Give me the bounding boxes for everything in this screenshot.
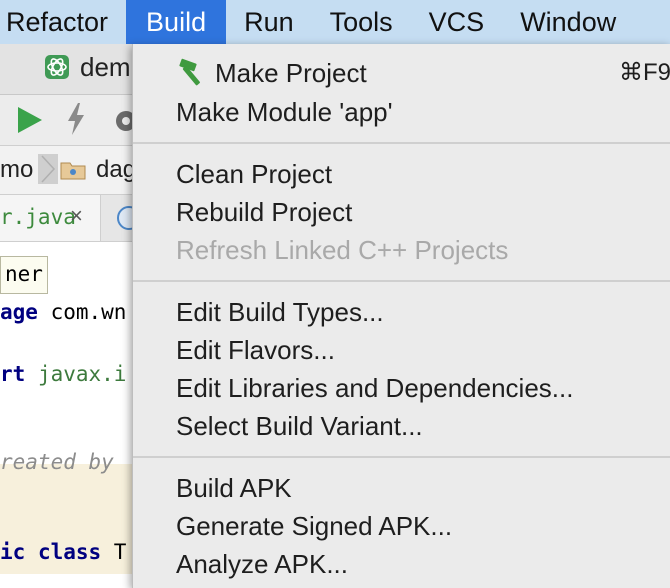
code-editor[interactable]: ner age com.wn rt javax.i reated by ic c… bbox=[0, 242, 140, 588]
breadcrumb-package[interactable]: dag bbox=[96, 156, 136, 184]
menu-item-select-build-variant[interactable]: Select Build Variant... bbox=[176, 407, 423, 445]
menu-bar: Refactor Build Run Tools VCS Window bbox=[0, 0, 670, 44]
menu-refactor[interactable]: Refactor bbox=[0, 0, 126, 44]
menu-item-rebuild-project[interactable]: Rebuild Project bbox=[176, 193, 352, 231]
menu-item-generate-signed-apk[interactable]: Generate Signed APK... bbox=[176, 507, 452, 545]
menu-window[interactable]: Window bbox=[502, 0, 634, 44]
editor-tab-label: r.java bbox=[0, 205, 76, 229]
menu-item-analyze-apk[interactable]: Analyze APK... bbox=[176, 545, 348, 583]
code-line: age com.wn bbox=[0, 300, 127, 324]
code-line: reated by bbox=[0, 450, 114, 474]
folder-icon bbox=[60, 162, 86, 180]
shortcut-label: ⌘F9 bbox=[618, 59, 670, 86]
menu-item-edit-libraries[interactable]: Edit Libraries and Dependencies... bbox=[176, 369, 573, 407]
menu-run[interactable]: Run bbox=[226, 0, 312, 44]
window-title: dem bbox=[80, 52, 131, 82]
android-studio-icon bbox=[45, 55, 69, 79]
editor-tabs: r.java × bbox=[0, 195, 140, 242]
menu-separator bbox=[133, 280, 670, 282]
run-icon[interactable] bbox=[14, 105, 44, 135]
menu-item-edit-flavors[interactable]: Edit Flavors... bbox=[176, 331, 335, 369]
ide-background: dem mo dag r.java × ner age com.wn rt ja… bbox=[0, 44, 140, 588]
chevron-right-icon bbox=[38, 154, 58, 184]
lightning-icon[interactable] bbox=[66, 103, 86, 135]
menu-item-edit-build-types[interactable]: Edit Build Types... bbox=[176, 293, 384, 331]
code-line: ic class T bbox=[0, 540, 127, 564]
window-title-bar: dem bbox=[0, 44, 140, 95]
menu-build[interactable]: Build bbox=[126, 0, 227, 44]
menu-item-build-apk[interactable]: Build APK bbox=[176, 469, 292, 507]
editor-tab[interactable]: r.java × bbox=[0, 195, 101, 241]
menu-item-refresh-cpp: Refresh Linked C++ Projects bbox=[176, 235, 509, 265]
build-menu-dropdown: Make Project ⌘F9 Make Module 'app' Clean… bbox=[132, 44, 670, 588]
breadcrumb-hint: ner bbox=[0, 256, 48, 294]
menu-item-make-module[interactable]: Make Module 'app' bbox=[176, 93, 393, 131]
menu-vcs[interactable]: VCS bbox=[411, 0, 503, 44]
code-line: rt javax.i bbox=[0, 362, 127, 386]
close-icon[interactable]: × bbox=[70, 203, 83, 229]
menu-item-clean-project[interactable]: Clean Project bbox=[176, 155, 332, 193]
hammer-icon bbox=[179, 58, 200, 86]
ide-toolbar bbox=[0, 95, 140, 146]
menu-separator bbox=[133, 456, 670, 458]
menu-item-make-project[interactable]: Make Project bbox=[176, 54, 367, 92]
breadcrumb-module[interactable]: mo bbox=[0, 156, 33, 184]
breadcrumb: mo dag bbox=[0, 146, 140, 195]
menu-separator bbox=[133, 142, 670, 144]
menu-tools[interactable]: Tools bbox=[312, 0, 411, 44]
